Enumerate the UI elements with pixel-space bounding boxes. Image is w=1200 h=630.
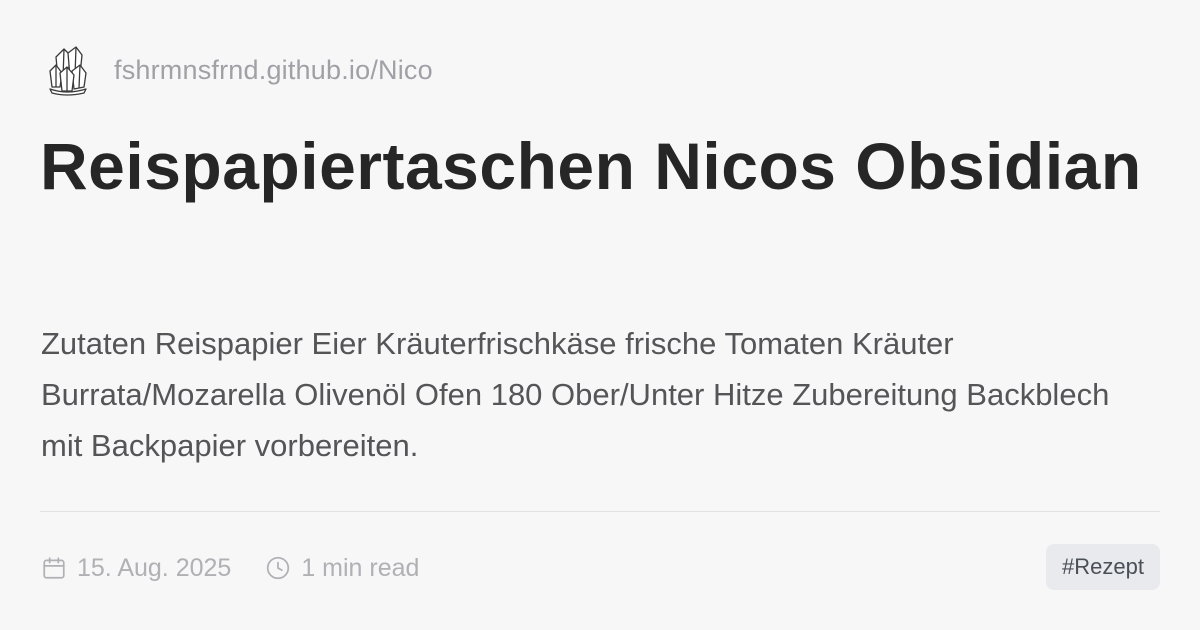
- tag-badge[interactable]: #Rezept: [1046, 544, 1160, 590]
- crystal-cluster-icon: [49, 46, 87, 96]
- reading-time: 1 min read: [265, 554, 419, 583]
- site-url[interactable]: fshrmnsfrnd.github.io/Nico: [114, 55, 433, 86]
- post-date: 15. Aug. 2025: [41, 554, 231, 583]
- site-header: fshrmnsfrnd.github.io/Nico: [46, 40, 433, 100]
- clock-icon: [267, 556, 290, 580]
- post-meta: 15. Aug. 2025 1 min read: [41, 549, 419, 587]
- post-title: Reispapiertaschen Nicos Obsidian: [40, 129, 1142, 203]
- og-card: fshrmnsfrnd.github.io/Nico Reispapiertas…: [0, 0, 1200, 630]
- post-date-text: 15. Aug. 2025: [77, 553, 232, 582]
- post-description: Zutaten Reispapier Eier Kräuterfrischkäs…: [41, 326, 1110, 463]
- reading-time-text: 1 min read: [301, 553, 420, 582]
- calendar-icon: [43, 557, 65, 579]
- divider: [40, 511, 1160, 512]
